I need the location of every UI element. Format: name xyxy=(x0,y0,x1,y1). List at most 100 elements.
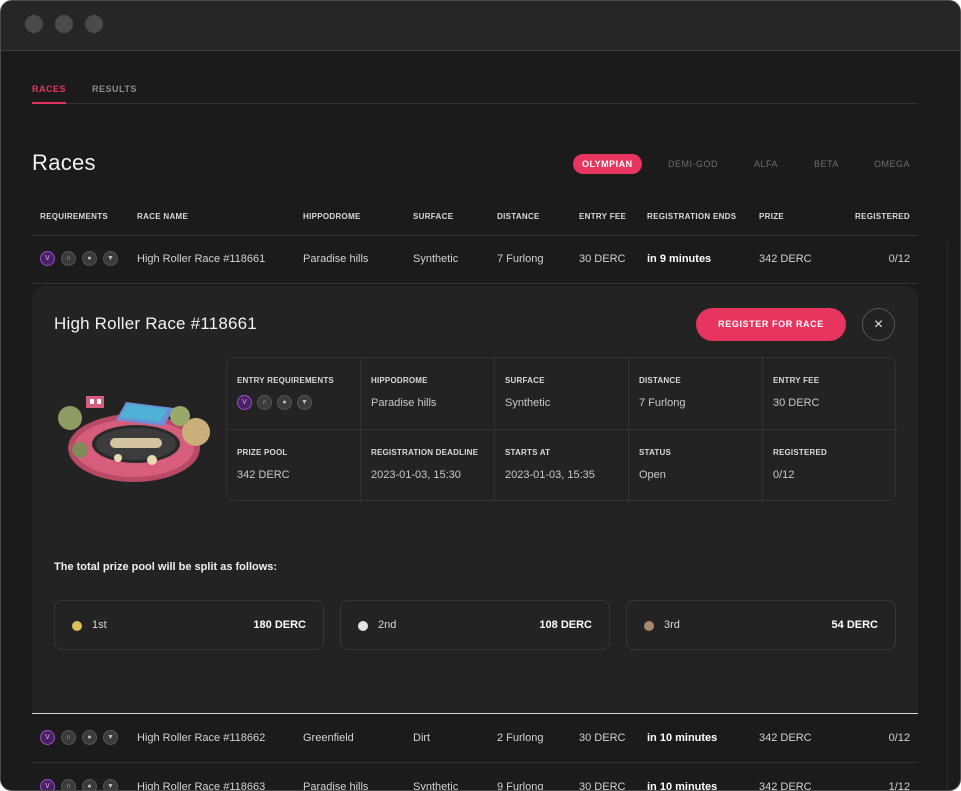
info-value: Open xyxy=(639,469,666,481)
race-distance: 7 Furlong xyxy=(497,253,544,265)
header-distance[interactable]: DISTANCE xyxy=(497,212,540,221)
prize-card-3rd: 3rd 54 DERC xyxy=(626,600,896,650)
race-registered: 0/12 xyxy=(888,253,910,265)
filter-olympian[interactable]: OLYMPIAN xyxy=(573,154,642,174)
horseshoe-icon: ∩ xyxy=(257,395,272,410)
app-window: RACES RESULTS Races OLYMPIAN DEMI-GOD AL… xyxy=(0,0,961,791)
table-header: REQUIREMENTS RACE NAME HIPPODROME SURFAC… xyxy=(32,212,918,236)
user-group-icon: ● xyxy=(82,251,97,266)
info-label: HIPPODROME xyxy=(371,376,428,385)
user-group-icon: ● xyxy=(82,779,97,790)
race-registered: 0/12 xyxy=(888,732,910,744)
table-row[interactable]: V ∩ ● ▼ High Roller Race #118662 Greenfi… xyxy=(32,715,918,763)
header-hippodrome[interactable]: HIPPODROME xyxy=(303,212,361,221)
window-minimize-dot[interactable] xyxy=(55,15,73,33)
class-v-badge: V xyxy=(237,395,252,410)
info-entry-fee: ENTRY FEE 30 DERC xyxy=(763,358,897,430)
trophy-icon: ▼ xyxy=(103,730,118,745)
header-registration-ends[interactable]: REGISTRATION ENDS xyxy=(647,212,736,221)
race-prize: 342 DERC xyxy=(759,253,812,265)
prize-card-1st: 1st 180 DERC xyxy=(54,600,324,650)
race-registration-ends: in 9 minutes xyxy=(647,253,712,265)
window-maximize-dot[interactable] xyxy=(85,15,103,33)
trophy-icon: ▼ xyxy=(103,779,118,790)
close-icon[interactable]: × xyxy=(862,308,895,341)
scrollbar-track[interactable] xyxy=(947,242,948,790)
info-value: 2023-01-03, 15:30 xyxy=(371,469,461,481)
race-distance: 2 Furlong xyxy=(497,732,544,744)
filter-omega[interactable]: OMEGA xyxy=(865,154,919,174)
info-label: REGISTRATION DEADLINE xyxy=(371,448,479,457)
info-label: ENTRY FEE xyxy=(773,376,820,385)
info-value: 342 DERC xyxy=(237,469,290,481)
filter-alfa[interactable]: ALFA xyxy=(745,154,787,174)
detail-title: High Roller Race #118661 xyxy=(54,314,257,333)
tab-results[interactable]: RESULTS xyxy=(92,84,137,102)
info-value: 7 Furlong xyxy=(639,397,686,409)
race-name: High Roller Race #118661 xyxy=(137,253,266,265)
header-surface[interactable]: SURFACE xyxy=(413,212,453,221)
race-surface: Synthetic xyxy=(413,781,459,791)
info-value: 2023-01-03, 15:35 xyxy=(505,469,595,481)
bronze-dot-icon xyxy=(644,621,654,631)
gold-dot-icon xyxy=(72,621,82,631)
race-entry-fee: 30 DERC xyxy=(579,781,626,791)
register-for-race-button[interactable]: REGISTER FOR RACE xyxy=(696,308,846,341)
info-registration-deadline: REGISTRATION DEADLINE 2023-01-03, 15:30 xyxy=(361,430,495,502)
prize-amount: 108 DERC xyxy=(539,619,592,631)
header-requirements[interactable]: REQUIREMENTS xyxy=(40,212,108,221)
race-registration-ends: in 10 minutes xyxy=(647,781,718,791)
race-registration-ends: in 10 minutes xyxy=(647,732,718,744)
race-prize: 342 DERC xyxy=(759,732,812,744)
prize-amount: 180 DERC xyxy=(253,619,306,631)
info-label: STARTS AT xyxy=(505,448,551,457)
info-label: STATUS xyxy=(639,448,672,457)
race-registered: 1/12 xyxy=(888,781,910,791)
info-starts-at: STARTS AT 2023-01-03, 15:35 xyxy=(495,430,629,502)
prize-place: 1st xyxy=(92,619,107,631)
info-value: 0/12 xyxy=(773,469,795,481)
header-race-name[interactable]: RACE NAME xyxy=(137,212,188,221)
table-row[interactable]: V ∩ ● ▼ High Roller Race #118663 Paradis… xyxy=(32,764,918,791)
filter-demi-god[interactable]: DEMI-GOD xyxy=(659,154,727,174)
race-hippodrome: Greenfield xyxy=(303,732,354,744)
info-entry-requirements: ENTRY REQUIREMENTS V ∩ ● ▼ xyxy=(227,358,361,430)
info-value: 30 DERC xyxy=(773,397,820,409)
class-v-badge: V xyxy=(40,730,55,745)
info-label: ENTRY REQUIREMENTS xyxy=(237,376,334,385)
race-surface: Synthetic xyxy=(413,253,459,265)
tab-bar: RACES RESULTS xyxy=(32,82,918,104)
header-registered[interactable]: REGISTERED xyxy=(855,212,910,221)
info-prize-pool: PRIZE POOL 342 DERC xyxy=(227,430,361,502)
main-content: RACES RESULTS Races OLYMPIAN DEMI-GOD AL… xyxy=(1,52,960,791)
user-group-icon: ● xyxy=(82,730,97,745)
page-title: Races xyxy=(32,150,96,175)
info-status: STATUS Open xyxy=(629,430,763,502)
header-prize[interactable]: PRIZE xyxy=(759,212,784,221)
info-value: Paradise hills xyxy=(371,397,437,409)
race-detail-panel: High Roller Race #118661 REGISTER FOR RA… xyxy=(32,286,918,714)
tab-races[interactable]: RACES xyxy=(32,84,67,104)
table-row[interactable]: V ∩ ● ▼ High Roller Race #118661 Paradis… xyxy=(32,236,918,284)
race-surface: Dirt xyxy=(413,732,431,744)
race-prize: 342 DERC xyxy=(759,781,812,791)
race-hippodrome: Paradise hills xyxy=(303,781,369,791)
filter-beta[interactable]: BETA xyxy=(805,154,848,174)
horseshoe-icon: ∩ xyxy=(61,730,76,745)
horseshoe-icon: ∩ xyxy=(61,779,76,790)
user-group-icon: ● xyxy=(277,395,292,410)
header-entry-fee[interactable]: ENTRY FEE xyxy=(579,212,626,221)
prize-place: 2nd xyxy=(378,619,397,631)
prize-card-2nd: 2nd 108 DERC xyxy=(340,600,610,650)
info-label: SURFACE xyxy=(505,376,545,385)
race-entry-fee: 30 DERC xyxy=(579,732,626,744)
race-info-grid: ENTRY REQUIREMENTS V ∩ ● ▼ HIPPODROME Pa… xyxy=(226,357,897,502)
window-close-dot[interactable] xyxy=(25,15,43,33)
info-label: DISTANCE xyxy=(639,376,681,385)
prize-split-title: The total prize pool will be split as fo… xyxy=(54,561,278,573)
window-titlebar xyxy=(1,1,960,51)
class-v-badge: V xyxy=(40,251,55,266)
info-registered: REGISTERED 0/12 xyxy=(763,430,897,502)
prize-place: 3rd xyxy=(664,619,680,631)
trophy-icon: ▼ xyxy=(297,395,312,410)
